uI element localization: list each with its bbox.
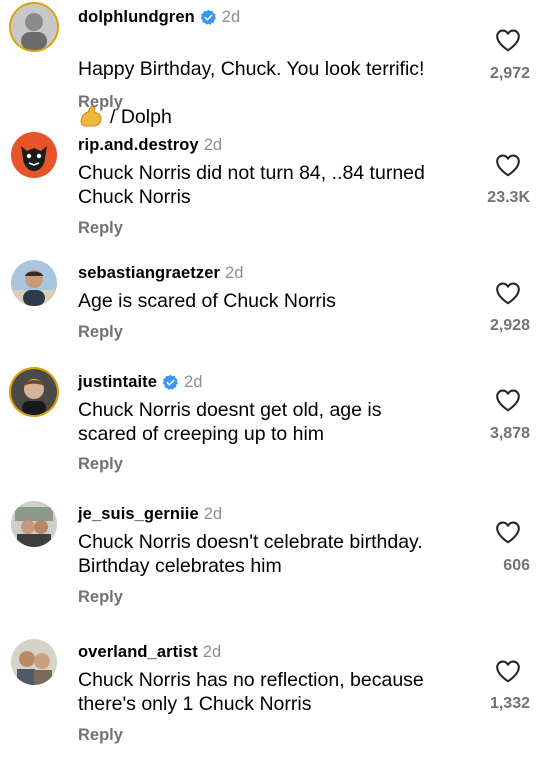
like-count: 2,928 [489,317,530,334]
username[interactable]: sebastiangraetzer [78,264,220,283]
like-count: 2,972 [489,65,530,82]
username[interactable]: je_suis_gerniie [78,505,199,524]
timestamp: 2d [225,263,244,282]
heart-outline-icon[interactable] [495,520,521,544]
avatar-image [11,260,57,306]
reply-button[interactable]: Reply [78,588,123,607]
comment-text: Chuck Norris did not turn 84, ..84 turne… [78,162,425,208]
verified-badge-icon [162,374,179,390]
heart-outline-icon[interactable] [495,659,521,683]
timestamp: 2d [203,135,223,154]
username[interactable]: justintaite [78,373,157,392]
comment-text: Chuck Norris doesnt get old, age is scar… [78,399,382,445]
avatar[interactable] [11,260,57,306]
comment-item: je_suis_gerniie 2d Chuck Norris doesn't … [0,500,548,628]
avatar-image [11,369,57,415]
avatar[interactable] [11,501,57,547]
comment-text-line1: Happy Birthday, Chuck. You look terrific… [78,58,425,80]
avatar-image [11,132,57,178]
heart-outline-icon[interactable] [495,281,521,305]
timestamp: 2d [202,642,222,661]
like-count: 1,332 [489,695,530,712]
comment-item: justintaite 2d Chuck Norris doesnt get o… [0,368,548,496]
comment-text: Happy Birthday, Chuck. You look terrific… [78,33,478,129]
avatar-image [11,4,57,50]
reply-button[interactable]: Reply [78,455,123,474]
heart-outline-icon[interactable] [495,153,521,177]
avatar[interactable] [11,4,57,50]
reply-button[interactable]: Reply [78,726,123,745]
verified-badge-icon [200,9,216,25]
comment-item: overland_artist 2d Chuck Norris has no r… [0,638,548,766]
reply-button[interactable]: Reply [78,323,123,342]
timestamp: 2d [221,7,241,26]
timestamp: 2d [184,372,203,391]
like-count: 606 [503,557,530,574]
avatar-image [11,501,57,547]
comment-text: Chuck Norris has no reflection, because … [78,669,424,715]
heart-outline-icon[interactable] [495,28,521,52]
avatar[interactable] [11,132,57,178]
reply-button[interactable]: Reply [78,93,123,112]
like-count: 23.3K [487,189,530,206]
comment-item: rip.and.destroy 2d Chuck Norris did not … [0,131,548,259]
username[interactable]: overland_artist [78,643,198,662]
comment-item: dolphlundgren 2d Happy Birthday, Chuck. … [0,3,548,131]
like-count: 3,878 [489,425,530,442]
avatar-image [11,639,57,685]
timestamp: 2d [203,504,223,523]
username[interactable]: rip.and.destroy [78,136,199,155]
heart-outline-icon[interactable] [495,388,521,412]
username[interactable]: dolphlundgren [78,8,195,27]
avatar[interactable] [11,639,57,685]
avatar[interactable] [11,369,57,415]
comment-text: Age is scared of Chuck Norris [78,290,336,312]
reply-button[interactable]: Reply [78,219,123,238]
comment-text: Chuck Norris doesn't celebrate birthday.… [78,531,423,577]
